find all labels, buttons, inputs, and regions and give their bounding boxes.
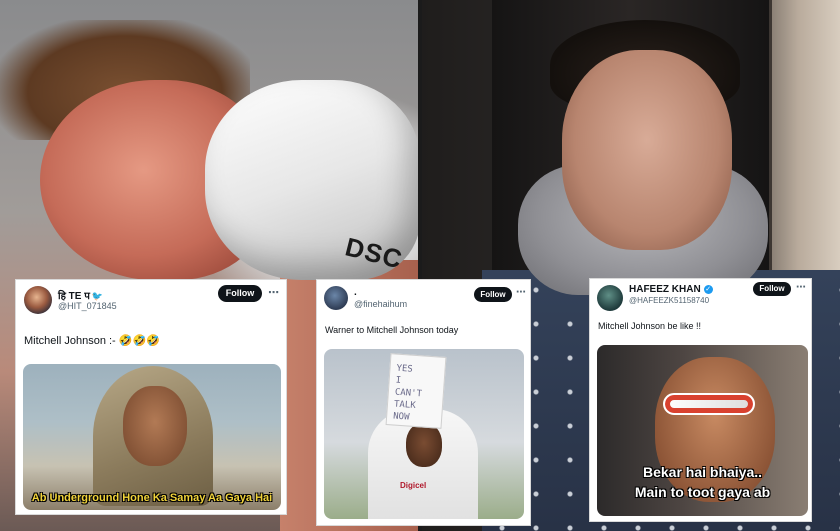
tweet-media-image[interactable]: Bekar hai bhaiya.. Main to toot gaya ab [597, 345, 808, 516]
display-name[interactable]: हि TE प 🐦 [58, 288, 103, 302]
meme-caption-line-1: Bekar hai bhaiya.. [642, 464, 763, 480]
display-name[interactable]: . [354, 287, 357, 298]
avatar[interactable] [324, 286, 348, 310]
user-handle[interactable]: @HAFEEZK51158740 [629, 296, 709, 305]
follow-button[interactable]: Follow [218, 285, 262, 302]
meme-caption-line-2: Main to toot gaya ab [634, 484, 771, 500]
follow-button[interactable]: Follow [474, 287, 512, 302]
tweet-card: हि TE प 🐦 @HIT_071845 Follow ⋯ Mitchell J… [15, 279, 287, 515]
meme-player-head [406, 423, 442, 467]
tweet-text: Mitchell Johnson :- 🤣🤣🤣 [24, 335, 160, 347]
meme-sign: YES I CAN'T TALK NOW [385, 353, 447, 429]
verified-badge-icon: ✓ [703, 285, 713, 294]
face [562, 50, 732, 250]
avatar[interactable] [597, 285, 623, 311]
follow-button[interactable]: Follow [753, 282, 791, 296]
tweet-text: Warner to Mitchell Johnson today [325, 325, 459, 335]
user-handle[interactable]: @finehaihum [354, 299, 407, 309]
more-horizontal-icon[interactable]: ⋯ [268, 286, 279, 299]
tweet-media-image[interactable]: YES I CAN'T TALK NOW Digicel [324, 349, 524, 519]
tweet-text: Mitchell Johnson be like !! [598, 321, 702, 331]
tweet-media-image[interactable]: Ab Underground Hone Ka Samay Aa Gaya Hai [23, 364, 281, 510]
display-name-text: HAFEEZ KHAN [629, 284, 701, 295]
tweet-card: HAFEEZ KHAN ✓ @HAFEEZK51158740 Follow ⋯ M… [589, 278, 812, 522]
meme-caption: Ab Underground Hone Ka Samay Aa Gaya Hai [31, 492, 273, 504]
tweet-card: . @finehaihum Follow ⋯ Warner to Mitchel… [316, 279, 531, 526]
avatar[interactable] [24, 286, 52, 314]
display-name[interactable]: HAFEEZ KHAN ✓ [629, 284, 713, 295]
user-handle[interactable]: @HIT_071845 [58, 301, 117, 311]
meme-face [123, 386, 187, 466]
tweet-header: हि TE प 🐦 @HIT_071845 Follow ⋯ [16, 280, 286, 332]
more-horizontal-icon[interactable]: ⋯ [796, 282, 806, 293]
sunglasses [663, 393, 755, 415]
meme-caption: Bekar hai bhaiya.. Main to toot gaya ab [597, 462, 808, 502]
more-horizontal-icon[interactable]: ⋯ [516, 287, 526, 298]
shirt-sponsor-logo: Digicel [400, 481, 427, 490]
